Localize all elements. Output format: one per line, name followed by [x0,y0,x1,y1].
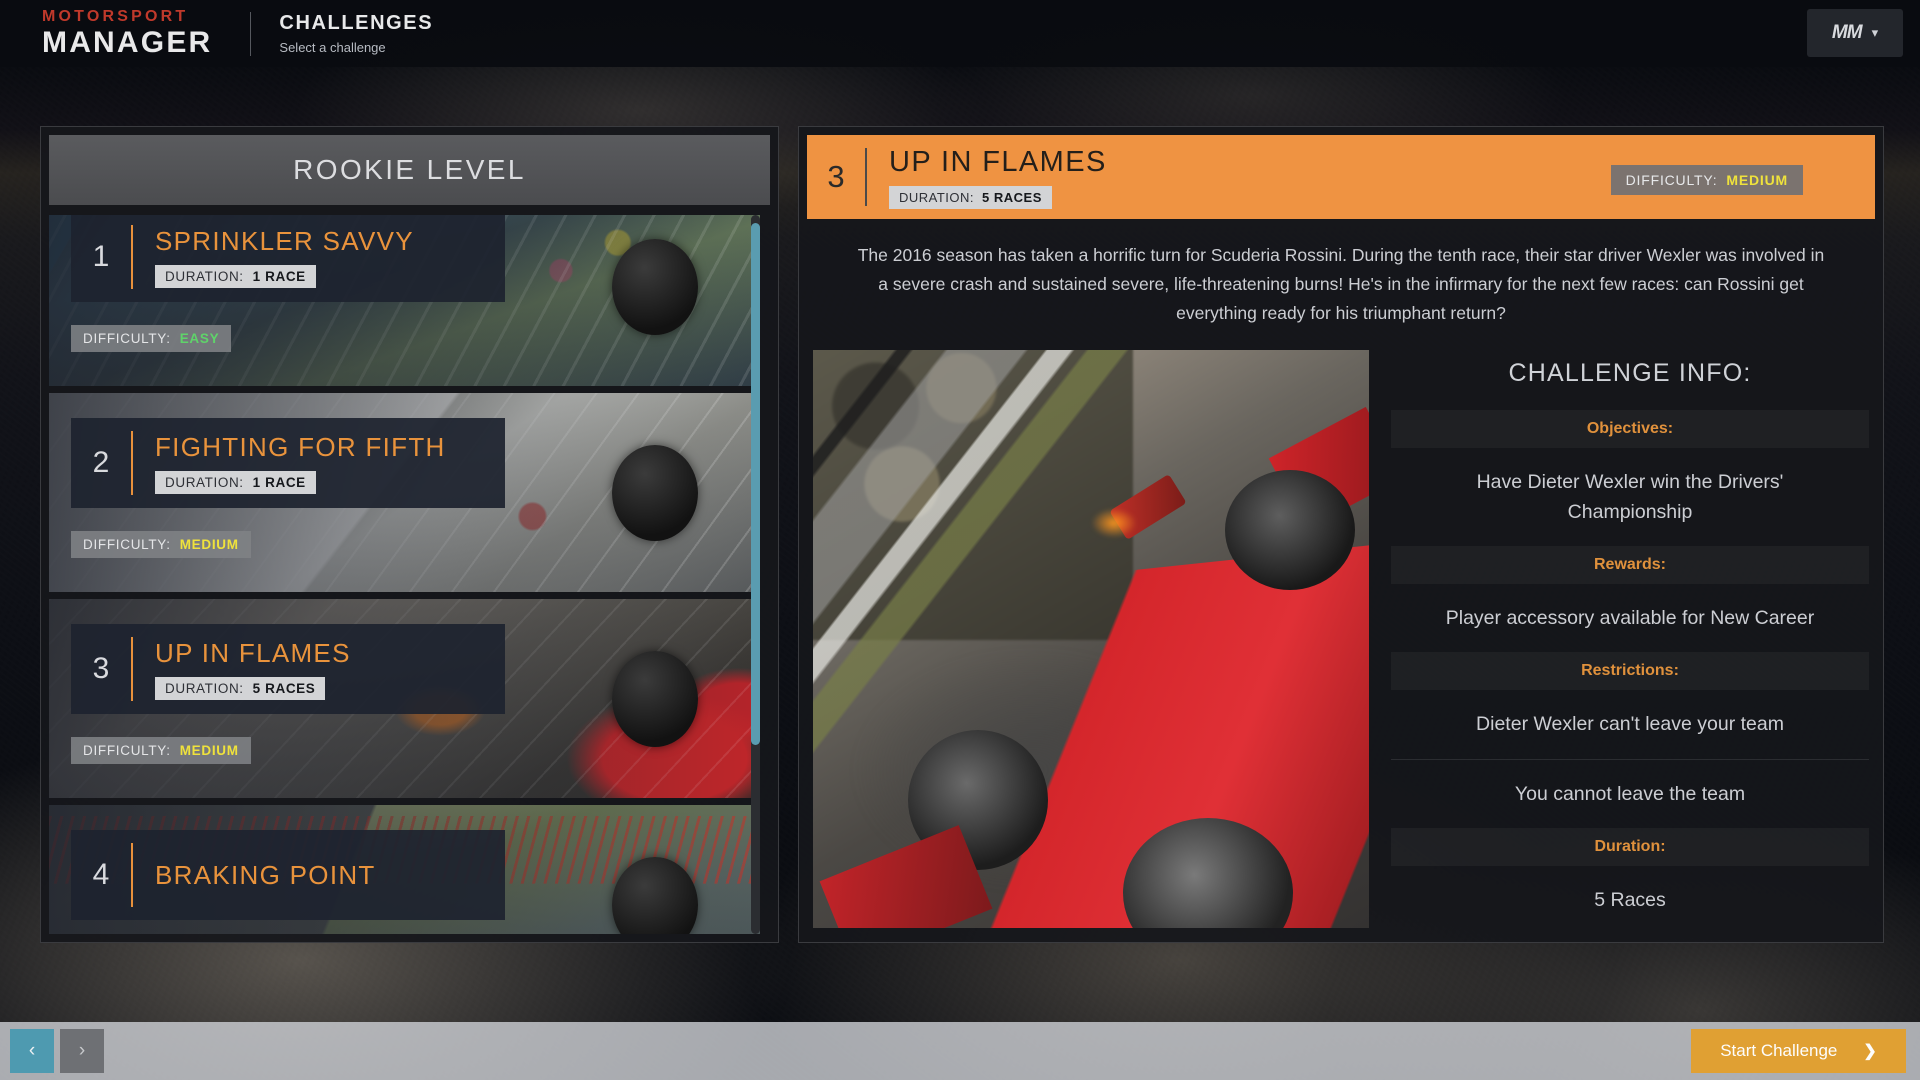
level-header-label: ROOKIE LEVEL [293,154,526,185]
challenge-card-title-box: 4 BRAKING POINT [71,830,505,920]
challenge-card-title-box: 3 UP IN FLAMES DURATION: 5 RACES [71,624,505,714]
chevron-down-icon: ▾ [1871,25,1879,40]
logo-motorsport-text: MOTORSPORT [42,8,189,25]
detail-body: CHALLENGE INFO: Objectives: Have Dieter … [807,349,1875,934]
duration-pill: DURATION: 1 RACE [155,265,316,288]
challenge-number: 2 [92,446,110,479]
mm-logo-icon: MM [1831,22,1863,43]
header-divider [250,11,252,56]
info-value-restriction-1: Dieter Wexler can't leave your team [1476,713,1784,736]
thumbnail-disc-overlay [612,445,698,541]
challenge-card-title-box: 2 FIGHTING FOR FIFTH DURATION: 1 RACE [71,418,505,508]
accent-bar [131,637,133,701]
info-label-duration: Duration: [1391,827,1869,866]
thumbnail-disc-overlay [612,239,698,335]
challenge-preview-image [813,349,1369,928]
navigation-buttons: ‹ › [10,1029,104,1073]
challenge-list-viewport: 1 SPRINKLER SAVVY DURATION: 1 RACE DIFFI… [49,215,770,934]
car-wheel-rear [1225,469,1355,590]
difficulty-pill: DIFFICULTY: MEDIUM [71,531,251,558]
level-header: ROOKIE LEVEL [49,135,770,205]
detail-duration-label: DURATION: [899,189,975,205]
detail-description: The 2016 season has taken a horrific tur… [857,245,1825,323]
challenge-info-heading: CHALLENGE INFO: [1508,358,1752,387]
chevron-right-icon: › [78,1040,86,1061]
challenge-card-3[interactable]: 3 UP IN FLAMES DURATION: 5 RACES DIFFICU… [49,599,760,798]
challenge-list: 1 SPRINKLER SAVVY DURATION: 1 RACE DIFFI… [49,215,760,934]
duration-value: 1 RACE [252,475,306,490]
chevron-left-icon: ‹ [28,1040,36,1061]
accent-bar [131,843,133,907]
bottom-bar: ‹ › Start Challenge ❯ [0,1022,1920,1080]
page-subtitle: Select a challenge [279,39,386,55]
detail-accent-bar [865,148,867,206]
list-scrollbar-thumb[interactable] [751,223,760,745]
accent-bar [131,225,133,289]
page-title: CHALLENGES [279,11,434,34]
difficulty-pill: DIFFICULTY: EASY [71,325,232,352]
accent-bar [131,431,133,495]
detail-duration-pill: DURATION: 5 RACES [889,185,1052,209]
duration-pill: DURATION: 1 RACE [155,471,316,494]
detail-duration-value: 5 RACES [982,189,1042,205]
challenge-number: 3 [92,652,110,685]
challenge-title: UP IN FLAMES [155,638,351,668]
start-challenge-label: Start Challenge [1720,1041,1838,1060]
detail-header: 3 UP IN FLAMES DURATION: 5 RACES DIFFICU… [807,135,1875,219]
challenge-title: SPRINKLER SAVVY [155,226,414,256]
info-label-objectives: Objectives: [1391,409,1869,448]
previous-button[interactable]: ‹ [10,1029,54,1073]
duration-value: 1 RACE [252,269,306,284]
start-challenge-button[interactable]: Start Challenge ❯ [1691,1029,1906,1073]
challenge-info-column: CHALLENGE INFO: Objectives: Have Dieter … [1391,350,1869,934]
info-label-rewards: Rewards: [1391,546,1869,585]
difficulty-value: MEDIUM [179,537,239,552]
detail-challenge-number: 3 [827,159,845,194]
info-value-objectives: Have Dieter Wexler win the Drivers' Cham… [1476,470,1784,523]
difficulty-value: EASY [179,331,220,346]
detail-challenge-title: UP IN FLAMES [889,145,1107,178]
flame-effect [1091,507,1137,538]
detail-difficulty-pill: DIFFICULTY: MEDIUM [1610,165,1803,195]
challenge-detail-panel: 3 UP IN FLAMES DURATION: 5 RACES DIFFICU… [798,126,1884,943]
info-label-restrictions: Restrictions: [1391,652,1869,691]
difficulty-value: MEDIUM [179,743,239,758]
challenge-card-1[interactable]: 1 SPRINKLER SAVVY DURATION: 1 RACE DIFFI… [49,215,760,386]
difficulty-label: DIFFICULTY: [83,537,171,552]
challenge-number: 1 [92,240,110,273]
user-profile-button[interactable]: MM ▾ [1807,9,1903,57]
challenge-card-title-box: 1 SPRINKLER SAVVY DURATION: 1 RACE [71,215,505,302]
info-value-restriction-2: You cannot leave the team [1391,758,1869,828]
info-value-rewards: Player accessory available for New Caree… [1445,607,1815,630]
list-scrollbar-track[interactable] [751,215,760,934]
difficulty-pill: DIFFICULTY: MEDIUM [71,737,251,764]
challenge-number: 4 [92,858,110,891]
next-button[interactable]: › [60,1029,104,1073]
game-logo: MOTORSPORT MANAGER [42,9,212,58]
logo-manager-text: MANAGER [42,26,213,59]
duration-label: DURATION: [165,681,244,696]
duration-value: 5 RACES [252,681,316,696]
duration-label: DURATION: [165,475,244,490]
screen-heading-group: CHALLENGES Select a challenge [279,11,433,56]
challenge-card-2[interactable]: 2 FIGHTING FOR FIFTH DURATION: 1 RACE DI… [49,393,760,592]
duration-pill: DURATION: 5 RACES [155,677,326,700]
challenge-title: BRAKING POINT [155,859,376,890]
challenge-title: FIGHTING FOR FIFTH [155,432,446,462]
top-bar: MOTORSPORT MANAGER CHALLENGES Select a c… [0,0,1920,67]
difficulty-label: DIFFICULTY: [83,743,171,758]
difficulty-label: DIFFICULTY: [83,331,171,346]
duration-label: DURATION: [165,269,244,284]
detail-difficulty-label: DIFFICULTY: [1625,172,1718,188]
challenge-list-panel: ROOKIE LEVEL 1 SPRINKLER SAVVY DURATION:… [40,126,779,943]
challenge-card-4[interactable]: 4 BRAKING POINT [49,805,760,934]
detail-difficulty-value: MEDIUM [1726,172,1788,188]
thumbnail-disc-overlay [612,651,698,747]
info-value-duration: 5 Races [1594,888,1666,911]
chevron-right-icon: ❯ [1863,1043,1877,1060]
